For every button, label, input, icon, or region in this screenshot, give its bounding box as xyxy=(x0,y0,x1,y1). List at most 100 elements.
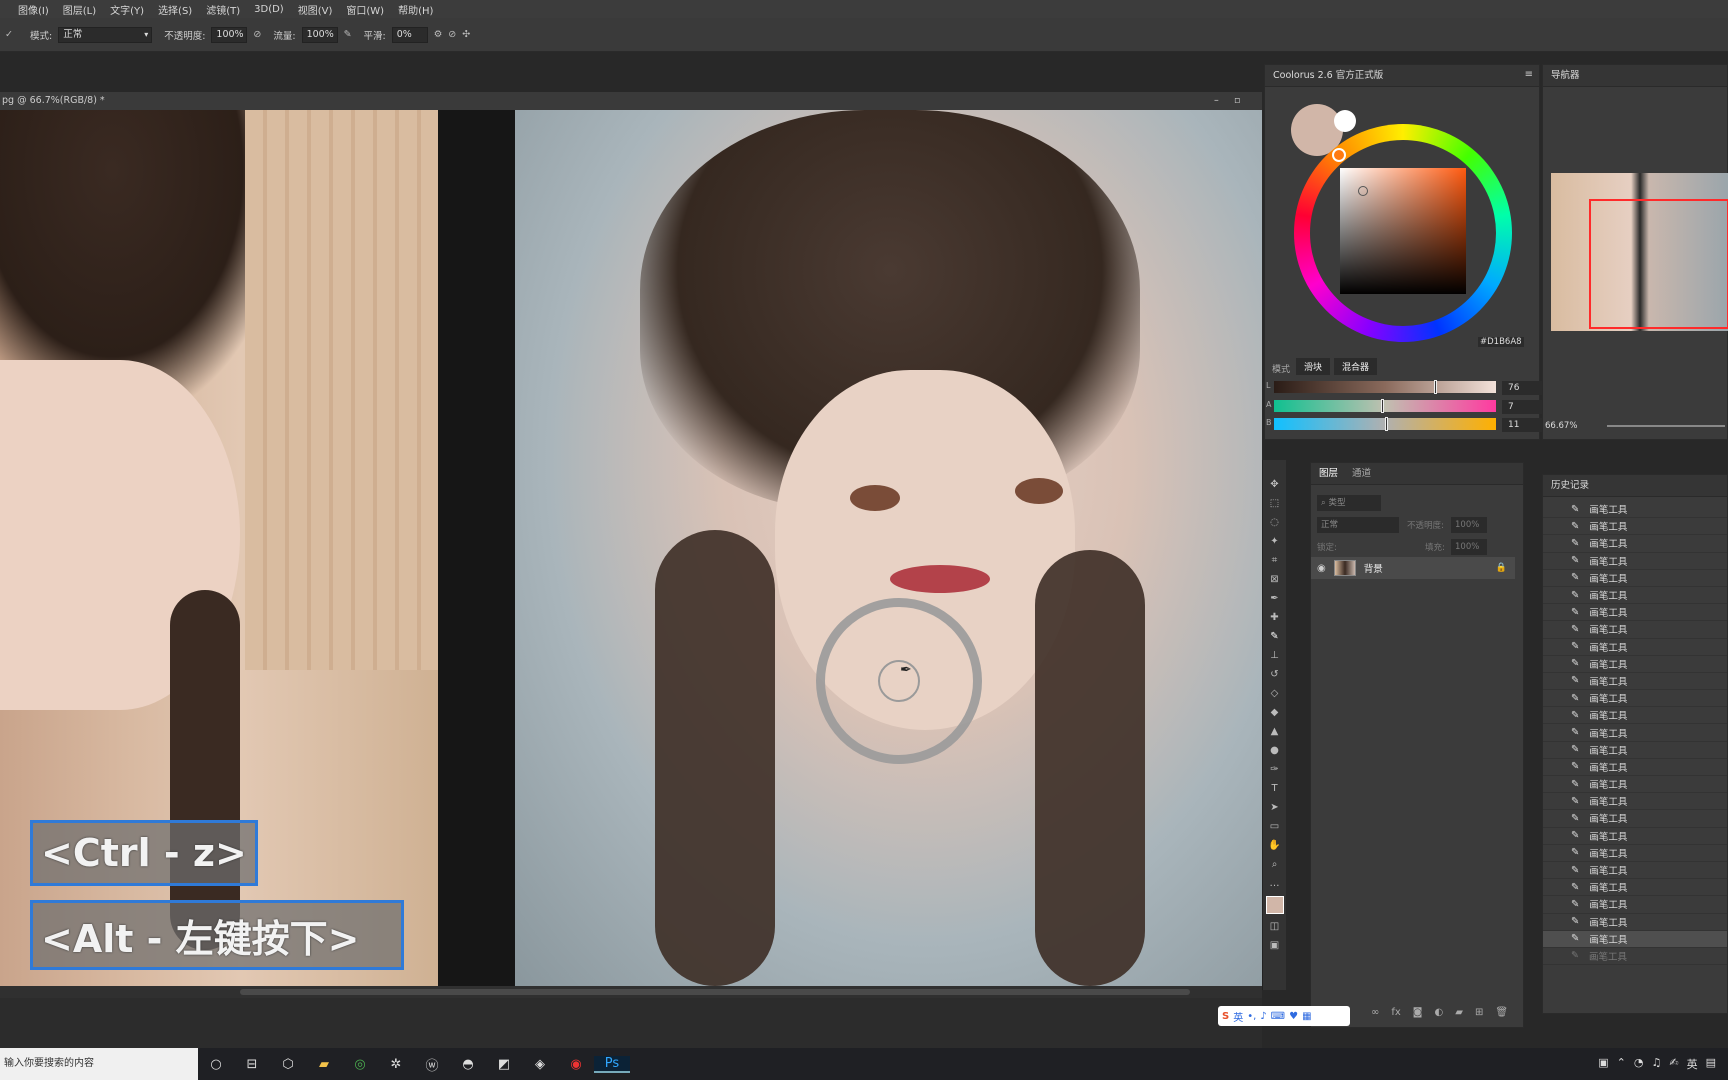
history-brush-icon[interactable]: ↺ xyxy=(1270,668,1278,681)
app-icon-w[interactable]: ⓦ xyxy=(414,1055,450,1074)
move-tool-icon[interactable]: ✥ xyxy=(1270,478,1278,491)
tab-layers[interactable]: 图层 xyxy=(1319,463,1338,484)
navigator-zoom[interactable]: 66.67% xyxy=(1545,421,1577,431)
history-item[interactable]: ✎ 画笔工具 xyxy=(1543,810,1727,828)
frame-tool-icon[interactable]: ⊠ xyxy=(1270,573,1278,586)
menu-window[interactable]: 窗口(W) xyxy=(346,2,384,17)
adjustment-icon[interactable]: ◐ xyxy=(1435,1007,1444,1018)
history-item[interactable]: ✎ 画笔工具 xyxy=(1543,570,1727,587)
history-item[interactable]: ✎ 画笔工具 xyxy=(1543,707,1727,725)
painting-canvas[interactable] xyxy=(515,110,1262,986)
history-item[interactable]: ✎ 画笔工具 xyxy=(1543,724,1727,742)
type-tool-icon[interactable]: T xyxy=(1271,782,1277,795)
airbrush-icon[interactable]: ✎ xyxy=(344,29,352,40)
panel-menu-icon[interactable]: ≡ xyxy=(1525,69,1533,80)
task-view-icon[interactable]: ⊟ xyxy=(234,1057,270,1072)
tab-slider[interactable]: 滑块 xyxy=(1296,358,1331,375)
smooth-field[interactable]: 0% xyxy=(391,26,428,43)
canvas-area[interactable]: <Ctrl - z> <Alt - 左键按下> xyxy=(0,110,1262,986)
link-icon[interactable]: ∞ xyxy=(1371,1007,1379,1018)
more-tools-icon[interactable]: … xyxy=(1270,877,1280,890)
taskbar-search[interactable]: 输入你要搜索的内容 xyxy=(0,1048,198,1080)
menu-type[interactable]: 文字(Y) xyxy=(110,2,144,17)
opacity-field[interactable]: 100% xyxy=(211,26,248,43)
healing-tool-icon[interactable]: ✚ xyxy=(1270,611,1278,624)
chrome-icon[interactable]: ◎ xyxy=(342,1057,378,1072)
menu-view[interactable]: 视图(V) xyxy=(298,2,333,17)
tray-lang[interactable]: 英 xyxy=(1687,1056,1698,1072)
color-swatches-icon[interactable] xyxy=(1265,896,1284,914)
previous-color-swatch[interactable] xyxy=(1334,110,1356,132)
maximize-icon[interactable]: ▫ xyxy=(1234,92,1240,110)
slider-handle[interactable] xyxy=(1385,417,1388,431)
grid-icon[interactable]: ▦ xyxy=(1302,1011,1311,1022)
pressure-opacity-icon[interactable]: ⊘ xyxy=(253,29,261,40)
history-item[interactable]: ✎ 画笔工具 xyxy=(1543,776,1727,794)
chevron-up-icon[interactable]: ⌃ xyxy=(1617,1056,1626,1072)
history-item[interactable]: ✎ 画笔工具 xyxy=(1543,673,1727,691)
history-item[interactable]: ✎ 画笔工具 xyxy=(1543,742,1727,759)
gear-icon[interactable]: ⚙ xyxy=(434,29,443,40)
zoom-tool-icon[interactable]: ⌕ xyxy=(1272,858,1278,871)
flow-field[interactable]: 100% xyxy=(301,26,338,43)
pen-tool-icon[interactable]: ✑ xyxy=(1270,763,1278,776)
quick-mask-icon[interactable]: ◫ xyxy=(1270,920,1279,933)
lasso-tool-icon[interactable]: ◌ xyxy=(1270,516,1279,529)
dodge-tool-icon[interactable]: ● xyxy=(1270,744,1279,757)
crop-tool-icon[interactable]: ⌗ xyxy=(1272,554,1278,567)
file-explorer-icon[interactable]: ▰ xyxy=(306,1057,342,1072)
settings-app-icon[interactable]: ✲ xyxy=(378,1057,414,1072)
zoom-slider[interactable] xyxy=(1607,425,1725,427)
slider-handle[interactable] xyxy=(1433,380,1437,394)
slider-l-value[interactable]: 76 xyxy=(1502,381,1542,395)
layer-fill-value[interactable]: 100% xyxy=(1451,539,1487,555)
brush-preset-icon[interactable]: ✓ xyxy=(4,29,14,40)
layer-blend-mode[interactable]: 正常 xyxy=(1317,517,1399,533)
path-select-icon[interactable]: ➤ xyxy=(1270,801,1278,814)
menu-filter[interactable]: 滤镜(T) xyxy=(206,2,240,17)
microphone-icon[interactable]: ♪ xyxy=(1260,1011,1266,1022)
tab-channels[interactable]: 通道 xyxy=(1352,463,1371,484)
slider-a-track[interactable] xyxy=(1274,400,1496,412)
pen-icon[interactable]: ✍ xyxy=(1669,1056,1678,1072)
symmetry-icon[interactable]: ✣ xyxy=(462,29,470,40)
tray-app-icon[interactable]: ▣ xyxy=(1598,1056,1608,1072)
app-icon-1[interactable]: ⬡ xyxy=(270,1057,306,1072)
brush-tool-icon[interactable]: ✎ xyxy=(1270,630,1278,643)
trash-icon[interactable]: 🗑 xyxy=(1495,1007,1508,1018)
history-item[interactable]: ✎ 画笔工具 xyxy=(1543,914,1727,931)
bucket-tool-icon[interactable]: ◆ xyxy=(1271,706,1279,719)
history-item[interactable]: ✎ 画笔工具 xyxy=(1543,793,1727,811)
stamp-tool-icon[interactable]: ⊥ xyxy=(1270,649,1279,662)
mask-icon[interactable]: ◙ xyxy=(1413,1007,1423,1018)
history-item[interactable]: ✎ 画笔工具 xyxy=(1543,604,1727,622)
netease-music-icon[interactable]: ◉ xyxy=(558,1057,594,1072)
volume-icon[interactable]: ♫ xyxy=(1652,1056,1662,1072)
scrollbar-thumb[interactable] xyxy=(240,989,1190,995)
rectangle-tool-icon[interactable]: ▭ xyxy=(1270,820,1279,833)
layer-filter[interactable]: ⌕ 类型 xyxy=(1317,495,1381,511)
punctuation-icon[interactable]: •, xyxy=(1247,1011,1256,1022)
navigator-view-box[interactable] xyxy=(1589,199,1728,329)
history-item[interactable]: ✎ 画笔工具 xyxy=(1543,845,1727,862)
eraser-tool-icon[interactable]: ◇ xyxy=(1271,687,1279,700)
document-tab[interactable]: pg @ 66.7%(RGB/8) * – ▫ xyxy=(0,92,1262,110)
ime-lang[interactable]: 英 xyxy=(1233,1009,1243,1024)
hand-tool-icon[interactable]: ✋ xyxy=(1268,839,1280,852)
blur-tool-icon[interactable]: ▲ xyxy=(1271,725,1279,738)
history-item[interactable]: ✎ 画笔工具 xyxy=(1543,879,1727,897)
menu-select[interactable]: 选择(S) xyxy=(158,2,192,17)
tab-mixer[interactable]: 混合器 xyxy=(1334,358,1378,375)
menu-image[interactable]: 图像(I) xyxy=(18,2,49,17)
magic-wand-icon[interactable]: ✦ xyxy=(1270,535,1278,548)
skin-icon[interactable]: ♥ xyxy=(1289,1011,1298,1022)
layer-row[interactable]: ◉ 背景 🔒 xyxy=(1311,557,1515,579)
eyedropper-tool-icon[interactable]: ✒ xyxy=(1270,592,1278,605)
history-item[interactable]: ✎ 画笔工具 xyxy=(1543,501,1727,519)
folder-icon[interactable]: ▰ xyxy=(1455,1007,1463,1018)
slider-l-track[interactable] xyxy=(1274,381,1496,393)
app-icon-3[interactable]: ◩ xyxy=(486,1057,522,1072)
slider-b[interactable]: B 11 xyxy=(1266,417,1542,432)
history-item[interactable]: ✎ 画笔工具 xyxy=(1543,535,1727,553)
history-item[interactable]: ✎ 画笔工具 xyxy=(1543,862,1727,880)
